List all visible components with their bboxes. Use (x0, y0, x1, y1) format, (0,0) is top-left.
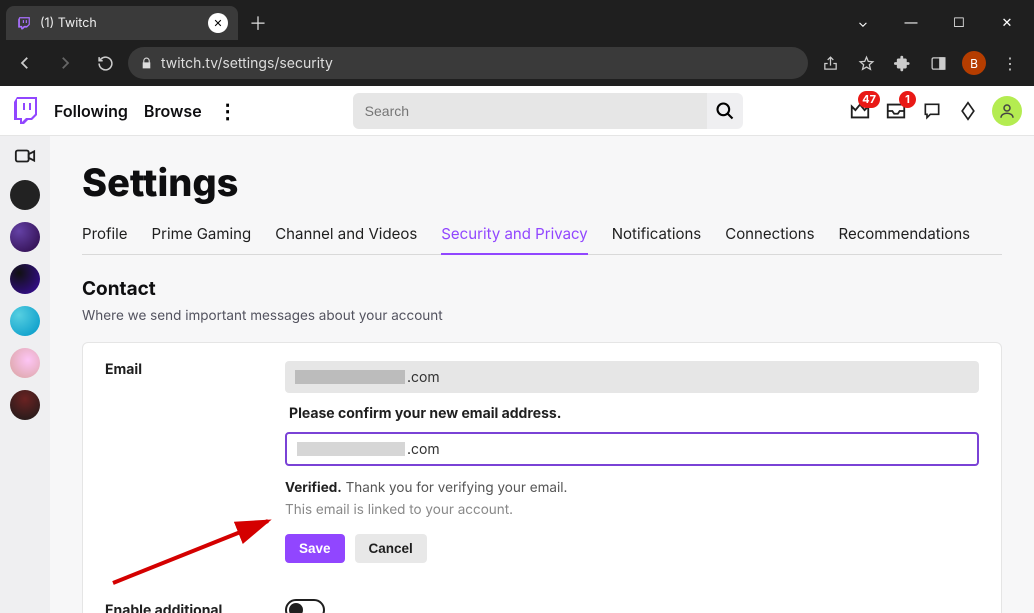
search-input[interactable] (353, 93, 707, 129)
camera-icon[interactable] (13, 144, 37, 168)
twitch-favicon-icon (16, 15, 32, 31)
twitch-logo-icon[interactable] (12, 97, 38, 125)
email-label: Email (105, 361, 285, 613)
tab-profile[interactable]: Profile (82, 224, 128, 254)
reload-button[interactable] (88, 46, 122, 80)
cancel-button[interactable]: Cancel (355, 534, 427, 563)
settings-tabs: Profile Prime Gaming Channel and Videos … (82, 224, 1002, 255)
browser-menu-button[interactable]: ⋮ (994, 47, 1026, 79)
redacted-text (297, 442, 405, 456)
forward-button[interactable] (48, 46, 82, 80)
page-title: Settings (82, 160, 1002, 206)
channel-avatar[interactable] (10, 264, 40, 294)
confirm-email-label: Please confirm your new email address. (285, 405, 979, 422)
email-verified-status: Verified. Thank you for verifying your e… (285, 480, 979, 496)
channel-avatar[interactable] (10, 222, 40, 252)
tab-strip: (1) Twitch ✕ ＋ ⌄ — ☐ ✕ (0, 0, 1034, 40)
prime-loot-icon[interactable]: 47 (848, 99, 872, 123)
search-button[interactable] (707, 93, 743, 129)
section-contact-sub: Where we send important messages about y… (82, 308, 1002, 324)
user-avatar[interactable] (992, 96, 1022, 126)
new-tab-button[interactable]: ＋ (244, 9, 272, 37)
tab-close-button[interactable]: ✕ (208, 13, 228, 33)
contact-card: Email .com Please confirm your new email… (82, 342, 1002, 613)
browser-profile-button[interactable]: B (958, 47, 990, 79)
tab-recommendations[interactable]: Recommendations (839, 224, 971, 254)
browser-tab[interactable]: (1) Twitch ✕ (6, 6, 238, 40)
sidepanel-icon[interactable] (922, 47, 954, 79)
address-bar[interactable]: twitch.tv/settings/security (128, 47, 808, 79)
section-contact-title: Contact (82, 277, 1002, 300)
redacted-text (295, 370, 405, 384)
inbox-badge: 1 (899, 91, 916, 108)
save-button[interactable]: Save (285, 534, 345, 563)
enable-additional-label: Enable additional (105, 602, 285, 613)
nav-following[interactable]: Following (54, 101, 128, 121)
whispers-icon[interactable] (920, 99, 944, 123)
window-controls: ⌄ — ☐ ✕ (840, 6, 1034, 40)
window-minimize-button[interactable]: — (888, 6, 934, 40)
twitch-topnav: Following Browse ⋮ 47 1 (0, 86, 1034, 136)
channel-avatar[interactable] (10, 180, 40, 210)
tab-channel[interactable]: Channel and Videos (275, 224, 417, 254)
share-icon[interactable] (814, 47, 846, 79)
channel-avatar[interactable] (10, 390, 40, 420)
tab-title: (1) Twitch (40, 16, 97, 31)
nav-browse[interactable]: Browse (144, 101, 202, 121)
chevron-down-icon[interactable]: ⌄ (840, 6, 886, 40)
tab-connections[interactable]: Connections (725, 224, 814, 254)
window-close-button[interactable]: ✕ (984, 6, 1030, 40)
tab-security[interactable]: Security and Privacy (441, 224, 587, 255)
nav-more-button[interactable]: ⋮ (218, 99, 237, 123)
tab-prime[interactable]: Prime Gaming (152, 224, 252, 254)
channel-avatar[interactable] (10, 348, 40, 378)
back-button[interactable] (8, 46, 42, 80)
url-text: twitch.tv/settings/security (161, 55, 333, 72)
email-confirm-field[interactable]: .com (285, 432, 979, 466)
email-current-field[interactable]: .com (285, 361, 979, 393)
main-content: Settings Profile Prime Gaming Channel an… (50, 136, 1034, 613)
address-bar-row: twitch.tv/settings/security B ⋮ (0, 40, 1034, 86)
window-maximize-button[interactable]: ☐ (936, 6, 982, 40)
enable-additional-toggle[interactable] (285, 599, 325, 613)
channel-avatar[interactable] (10, 306, 40, 336)
bits-icon[interactable] (956, 99, 980, 123)
inbox-icon[interactable]: 1 (884, 99, 908, 123)
lock-icon (140, 57, 153, 70)
prime-badge: 47 (858, 91, 880, 108)
email-linked-note: This email is linked to your account. (285, 502, 979, 518)
bookmark-star-icon[interactable] (850, 47, 882, 79)
browser-chrome: (1) Twitch ✕ ＋ ⌄ — ☐ ✕ twitch.tv/setting… (0, 0, 1034, 86)
tab-notifications[interactable]: Notifications (612, 224, 701, 254)
extensions-icon[interactable] (886, 47, 918, 79)
channel-rail (0, 136, 50, 613)
